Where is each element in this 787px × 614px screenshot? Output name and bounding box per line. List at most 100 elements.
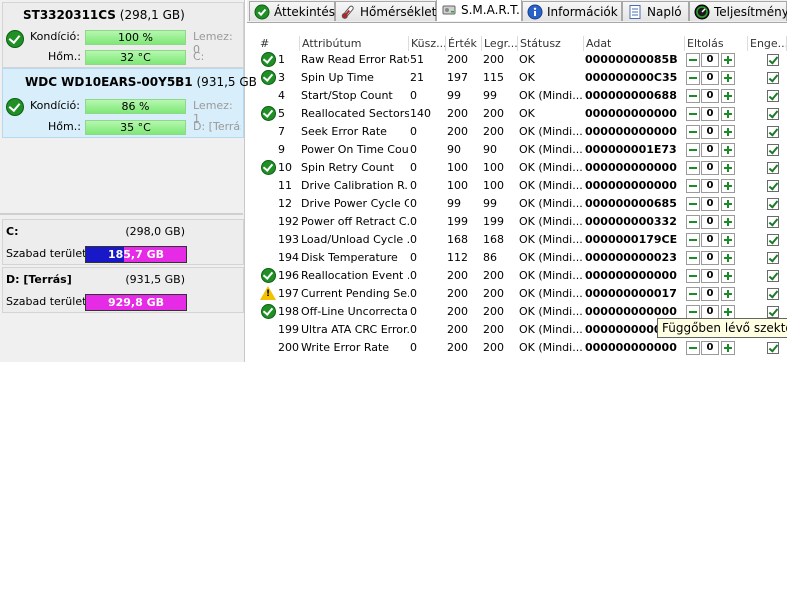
table-row[interactable]: 197Current Pending Se...0200200OK (Mindi…: [258, 285, 787, 303]
increment-offset-button[interactable]: [721, 71, 735, 85]
decrement-offset-button[interactable]: [686, 305, 700, 319]
table-row[interactable]: 200 Write Error Rate 0 200 200 OK (Mindi... 00…: [258, 339, 787, 357]
offset-value[interactable]: 0: [701, 161, 719, 175]
decrement-offset-button[interactable]: [686, 269, 700, 283]
decrement-offset-button[interactable]: [686, 215, 700, 229]
tab-overview[interactable]: Áttekintés: [249, 1, 335, 21]
increment-offset-button[interactable]: [721, 287, 735, 301]
enabled-checkbox[interactable]: [767, 108, 779, 120]
cell-attribute: Disk Temperature: [301, 251, 398, 264]
disk-item-0[interactable]: ST3320311CS (298,1 GB) Kondíció: 100 % L…: [2, 2, 244, 68]
offset-value[interactable]: 0: [701, 233, 719, 247]
enabled-checkbox[interactable]: [767, 216, 779, 228]
offset-value[interactable]: 0: [701, 143, 719, 157]
increment-offset-button[interactable]: [721, 215, 735, 229]
enabled-checkbox[interactable]: [767, 54, 779, 66]
table-row[interactable]: 196 Reallocation Event ... 0 200 200 OK (Mind…: [258, 267, 787, 285]
enabled-checkbox[interactable]: [767, 144, 779, 156]
decrement-offset-button[interactable]: [686, 53, 700, 67]
enabled-checkbox[interactable]: [767, 90, 779, 102]
increment-offset-button[interactable]: [721, 197, 735, 211]
enabled-checkbox[interactable]: [767, 126, 779, 138]
increment-offset-button[interactable]: [721, 341, 735, 355]
decrement-offset-button[interactable]: [686, 107, 700, 121]
decrement-offset-button[interactable]: [686, 143, 700, 157]
column-header-enabled[interactable]: Enge...: [748, 36, 787, 51]
tab-smart[interactable]: S.M.A.R.T.: [436, 0, 522, 21]
tab-performance[interactable]: Teljesítmény: [689, 1, 787, 21]
offset-value[interactable]: 0: [701, 71, 719, 85]
increment-offset-button[interactable]: [721, 305, 735, 319]
offset-value[interactable]: 0: [701, 287, 719, 301]
column-header-status[interactable]: Státusz: [518, 36, 584, 51]
decrement-offset-button[interactable]: [686, 233, 700, 247]
table-row[interactable]: 12Drive Power Cycle C...09999OK (Mindi..…: [258, 195, 787, 213]
increment-offset-button[interactable]: [721, 143, 735, 157]
column-header-data[interactable]: Adat: [584, 36, 685, 51]
table-row[interactable]: 7 Seek Error Rate 0 200 200 OK (Mindi... 00000…: [258, 123, 787, 141]
increment-offset-button[interactable]: [721, 179, 735, 193]
enabled-checkbox[interactable]: [767, 306, 779, 318]
decrement-offset-button[interactable]: [686, 287, 700, 301]
table-row[interactable]: 4 Start/Stop Count 0 99 99 OK (Mindi... 000000…: [258, 87, 787, 105]
decrement-offset-button[interactable]: [686, 179, 700, 193]
table-row[interactable]: 193 Load/Unload Cycle ... 0 168 168 OK (Mindi…: [258, 231, 787, 249]
volume-item-c[interactable]: C: (298,0 GB) Szabad terület 185,7 GB: [2, 219, 244, 265]
offset-value[interactable]: 0: [701, 53, 719, 67]
table-row[interactable]: 5 Reallocated Sectors... 140 200 200 OK 000000…: [258, 105, 787, 123]
column-header-value[interactable]: Érték: [446, 36, 482, 51]
offset-value[interactable]: 0: [701, 179, 719, 193]
offset-value[interactable]: 0: [701, 251, 719, 265]
table-row[interactable]: 1 Raw Read Error Rate 51 200 200 OK 0000000008…: [258, 51, 787, 69]
decrement-offset-button[interactable]: [686, 125, 700, 139]
enabled-checkbox[interactable]: [767, 288, 779, 300]
enabled-checkbox[interactable]: [767, 162, 779, 174]
increment-offset-button[interactable]: [721, 89, 735, 103]
increment-offset-button[interactable]: [721, 161, 735, 175]
table-row[interactable]: 9 Power On Time Cou... 0 90 90 OK (Mindi... 00…: [258, 141, 787, 159]
increment-offset-button[interactable]: [721, 251, 735, 265]
enabled-checkbox[interactable]: [767, 198, 779, 210]
offset-value[interactable]: 0: [701, 125, 719, 139]
enabled-checkbox[interactable]: [767, 270, 779, 282]
increment-offset-button[interactable]: [721, 107, 735, 121]
offset-value[interactable]: 0: [701, 107, 719, 121]
offset-value[interactable]: 0: [701, 89, 719, 103]
decrement-offset-button[interactable]: [686, 161, 700, 175]
column-header-attribute[interactable]: Attribútum: [300, 36, 409, 51]
tab-log[interactable]: Napló: [622, 1, 689, 21]
decrement-offset-button[interactable]: [686, 71, 700, 85]
column-header-id[interactable]: #: [258, 36, 300, 51]
increment-offset-button[interactable]: [721, 233, 735, 247]
volume-item-d[interactable]: D: [Terrás] (931,5 GB) Szabad terület 92…: [2, 267, 244, 313]
offset-value[interactable]: 0: [701, 305, 719, 319]
enabled-checkbox[interactable]: [767, 234, 779, 246]
column-header-worst[interactable]: Legr...: [482, 36, 518, 51]
enabled-checkbox[interactable]: [767, 342, 779, 354]
column-header-threshold[interactable]: Küsz...: [409, 36, 446, 51]
table-row[interactable]: 194 Disk Temperature 0 112 86 OK (Mindi... 000…: [258, 249, 787, 267]
table-row[interactable]: 3 Spin Up Time 21 197 115 OK 000000000C35 0: [258, 69, 787, 87]
table-row[interactable]: 10 Spin Retry Count 0 100 100 OK (Mindi... 000…: [258, 159, 787, 177]
decrement-offset-button[interactable]: [686, 251, 700, 265]
enabled-checkbox[interactable]: [767, 180, 779, 192]
decrement-offset-button[interactable]: [686, 197, 700, 211]
tab-information[interactable]: Információk: [522, 1, 622, 21]
enabled-checkbox[interactable]: [767, 72, 779, 84]
offset-value[interactable]: 0: [701, 215, 719, 229]
offset-value[interactable]: 0: [701, 197, 719, 211]
increment-offset-button[interactable]: [721, 125, 735, 139]
disk-item-1[interactable]: WDC WD10EARS-00Y5B1 (931,5 GB) Kondíció:…: [2, 68, 262, 138]
tab-temperature[interactable]: Hőmérséklet: [335, 1, 436, 21]
cell-status: OK (Mindi...: [519, 305, 583, 318]
offset-value[interactable]: 0: [701, 269, 719, 283]
increment-offset-button[interactable]: [721, 269, 735, 283]
decrement-offset-button[interactable]: [686, 341, 700, 355]
column-header-offset[interactable]: Eltolás: [685, 36, 748, 51]
offset-value[interactable]: 0: [701, 341, 719, 355]
table-row[interactable]: 11 Drive Calibration R... 0 100 100 OK (Mindi…: [258, 177, 787, 195]
enabled-checkbox[interactable]: [767, 252, 779, 264]
table-row[interactable]: 192 Power off Retract C... 0 199 199 OK (Mind…: [258, 213, 787, 231]
increment-offset-button[interactable]: [721, 53, 735, 67]
decrement-offset-button[interactable]: [686, 89, 700, 103]
